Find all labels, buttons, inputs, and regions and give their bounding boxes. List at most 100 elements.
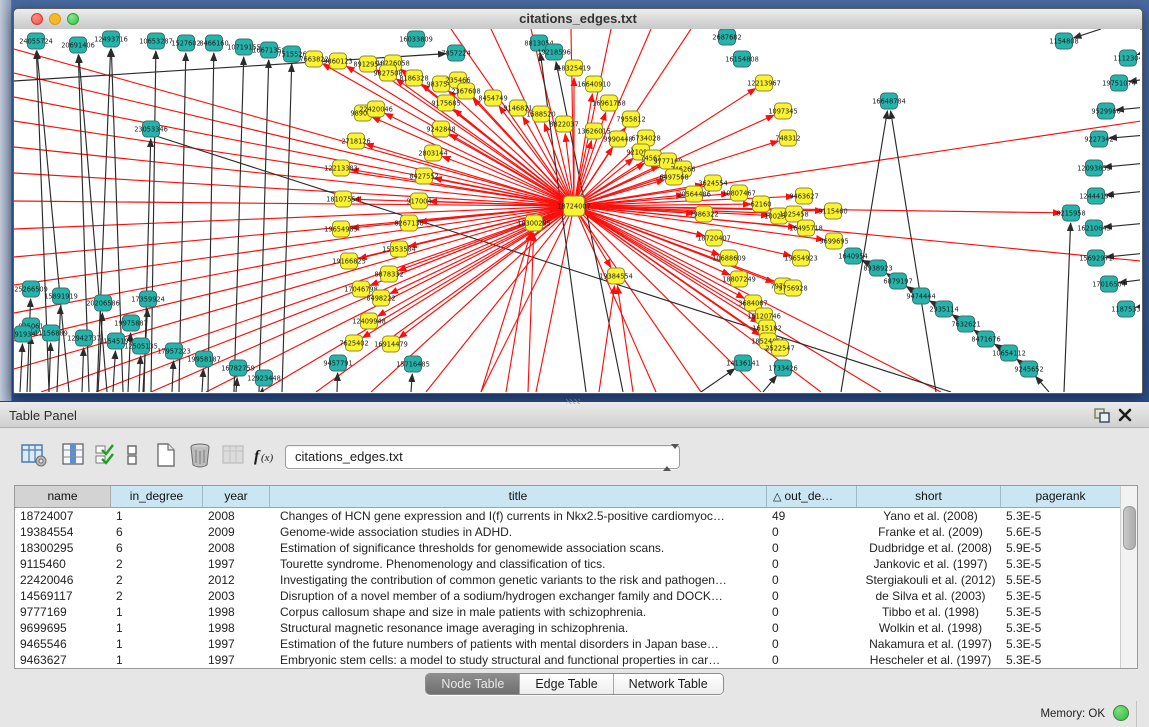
graph-node[interactable]: 12213967 <box>747 75 781 91</box>
cell-out_de[interactable]: 0 <box>767 636 857 652</box>
create-column-icon[interactable] <box>152 441 180 469</box>
graph-node[interactable]: 12942737 <box>67 330 101 346</box>
cell-year[interactable]: 2003 <box>203 588 270 604</box>
graph-node[interactable]: 9115460 <box>818 203 847 219</box>
cell-name[interactable]: 9699695 <box>15 620 111 636</box>
show-columns-icon[interactable] <box>60 441 88 469</box>
cell-short[interactable]: Wolkin et al. (1998) <box>857 620 1001 636</box>
graph-node[interactable]: 15692971 <box>1079 250 1113 266</box>
table-selector-dropdown[interactable]: citations_edges.txt <box>285 445 680 469</box>
cell-year[interactable]: 2009 <box>203 524 270 540</box>
graph-node[interactable]: 10653287 <box>139 33 173 49</box>
graph-node[interactable]: 19958187 <box>187 351 221 367</box>
table-row[interactable]: 2242004622012Investigating the contribut… <box>15 572 1121 588</box>
graph-node[interactable]: 1112304 <box>1113 50 1140 66</box>
table-row[interactable]: 911546021997Tourette syndrome. Phenomeno… <box>15 556 1121 572</box>
graph-node[interactable]: 1154808 <box>1049 33 1078 49</box>
cell-in_degree[interactable]: 2 <box>111 572 203 588</box>
cell-short[interactable]: Jankovic et al. (1997) <box>857 556 1001 572</box>
close-panel-icon[interactable] <box>1117 407 1135 424</box>
graph-node[interactable]: 20206586 <box>86 295 120 311</box>
cell-pagerank[interactable]: 5.3E-5 <box>1001 636 1121 652</box>
cell-pagerank[interactable]: 5.3E-5 <box>1001 556 1121 572</box>
tab-node-table[interactable]: Node Table <box>426 674 520 694</box>
graph-node[interactable]: 16640910 <box>577 76 611 92</box>
table-row[interactable]: 1456911722003Disruption of a novel membe… <box>15 588 1121 604</box>
cell-short[interactable]: Yano et al. (2008) <box>857 508 1001 524</box>
graph-node[interactable]: 19654923 <box>784 250 818 266</box>
memory-ok-indicator[interactable] <box>1113 705 1129 721</box>
graph-node[interactable]: 18325419 <box>557 60 591 76</box>
table-row[interactable]: 1830029562008Estimation of significance … <box>15 540 1121 556</box>
cell-out_de[interactable]: 0 <box>767 620 857 636</box>
graph-node[interactable]: 8466160 <box>199 35 228 51</box>
cell-pagerank[interactable]: 5.3E-5 <box>1001 508 1121 524</box>
cell-short[interactable]: Tibbo et al. (1998) <box>857 604 1001 620</box>
graph-node[interactable]: 15353584 <box>382 241 416 257</box>
cell-in_degree[interactable]: 1 <box>111 508 203 524</box>
table-row[interactable]: 1872400712008Changes of HCN gene express… <box>15 508 1121 524</box>
graph-node[interactable]: 14136141 <box>726 355 760 371</box>
cell-in_degree[interactable]: 2 <box>111 588 203 604</box>
cell-title[interactable]: Disruption of a novel member of a sodium… <box>270 588 767 604</box>
cell-out_de[interactable]: 49 <box>767 508 857 524</box>
cell-pagerank[interactable]: 5.3E-5 <box>1001 620 1121 636</box>
cell-name[interactable]: 9115460 <box>15 556 111 572</box>
cell-year[interactable]: 1997 <box>203 636 270 652</box>
table-row[interactable]: 969969511998Structural magnetic resonanc… <box>15 620 1121 636</box>
graph-node[interactable]: 9463627 <box>789 188 818 204</box>
cell-title[interactable]: Tourette syndrome. Phenomenology and cla… <box>270 556 767 572</box>
cell-out_de[interactable]: 0 <box>767 556 857 572</box>
graph-node[interactable]: 19975887 <box>114 315 148 331</box>
graph-node[interactable]: 1097345 <box>768 103 797 119</box>
delete-column-icon[interactable] <box>186 441 214 469</box>
cell-short[interactable]: Franke et al. (2009) <box>857 524 1001 540</box>
graph-node[interactable]: 2803144 <box>418 145 447 161</box>
cell-year[interactable]: 1998 <box>203 620 270 636</box>
graph-node[interactable]: 62160 <box>751 196 772 212</box>
function-builder-icon[interactable]: f(x) <box>252 441 282 469</box>
graph-node[interactable]: 748312 <box>775 130 800 146</box>
network-window-titlebar[interactable]: citations_edges.txt <box>14 9 1142 30</box>
table-vertical-scrollbar[interactable] <box>1120 486 1137 668</box>
cell-title[interactable]: Estimation of the future numbers of pati… <box>270 636 767 652</box>
cell-year[interactable]: 1998 <box>203 604 270 620</box>
cell-short[interactable]: Nakamura et al. (1997) <box>857 636 1001 652</box>
cell-in_degree[interactable]: 6 <box>111 540 203 556</box>
graph-node[interactable]: 16210643 <box>1077 220 1111 236</box>
cell-name[interactable]: 9463627 <box>15 652 111 668</box>
network-canvas[interactable]: 2405572420691406124937161065328715276028… <box>14 29 1140 392</box>
graph-node[interactable]: 8938923 <box>863 260 892 276</box>
cell-name[interactable]: 22420046 <box>15 572 111 588</box>
cell-title[interactable]: Estimation of significance thresholds fo… <box>270 540 767 556</box>
cell-pagerank[interactable]: 5.5E-5 <box>1001 572 1121 588</box>
graph-node[interactable]: 16154808 <box>725 51 759 67</box>
graph-node[interactable]: 19166825 <box>332 253 366 269</box>
cell-in_degree[interactable]: 1 <box>111 652 203 668</box>
cell-short[interactable]: Dudbridge et al. (2008) <box>857 540 1001 556</box>
cell-year[interactable]: 1997 <box>203 652 270 668</box>
cell-in_degree[interactable]: 1 <box>111 604 203 620</box>
cell-out_de[interactable]: 0 <box>767 572 857 588</box>
row-height-icon[interactable] <box>124 441 140 469</box>
graph-node[interactable]: 1733426 <box>768 360 797 376</box>
column-header-year[interactable]: year <box>203 486 270 508</box>
graph-node[interactable]: 9227342 <box>1084 131 1113 147</box>
cell-title[interactable]: Genome-wide association studies in ADHD. <box>270 524 767 540</box>
graph-node[interactable]: 2687682 <box>712 29 741 45</box>
cell-out_de[interactable]: 0 <box>767 524 857 540</box>
cell-year[interactable]: 1997 <box>203 556 270 572</box>
table-row[interactable]: 946362711997Embryonic stem cells: a mode… <box>15 652 1121 668</box>
graph-node[interactable]: 20691406 <box>61 37 95 53</box>
cell-short[interactable]: de Silva et al. (2003) <box>857 588 1001 604</box>
cell-pagerank[interactable]: 5.3E-5 <box>1001 588 1121 604</box>
column-header-in_degree[interactable]: in_degree <box>111 486 203 508</box>
cell-year[interactable]: 2008 <box>203 540 270 556</box>
graph-node[interactable]: 10654112 <box>992 345 1026 361</box>
table-mode-settings-icon[interactable] <box>20 441 48 469</box>
cell-name[interactable]: 18300295 <box>15 540 111 556</box>
cell-short[interactable]: Hescheler et al. (1997) <box>857 652 1001 668</box>
graph-node[interactable]: 17016504 <box>1092 276 1126 292</box>
graph-node[interactable]: 8267130 <box>394 215 423 231</box>
graph-node[interactable]: 24055724 <box>19 33 53 49</box>
